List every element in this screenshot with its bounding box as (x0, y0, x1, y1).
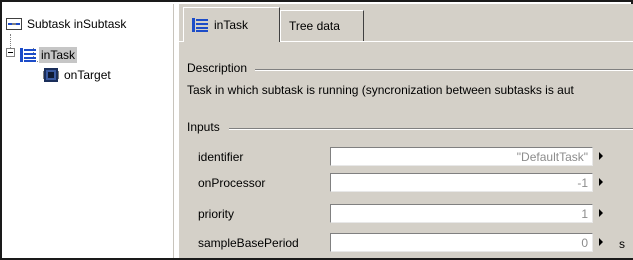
collapse-icon[interactable] (6, 48, 15, 57)
tab-strip: inTask Tree data (179, 4, 633, 42)
field-label: onProcessor (198, 176, 266, 190)
tab-label: inTask (214, 18, 249, 32)
field-priority: priority (179, 204, 633, 226)
field-samplebaseperiod: sampleBasePeriod s (179, 233, 633, 255)
description-text: Task in which subtask is running (syncro… (187, 83, 574, 97)
tab-label: Tree data (289, 19, 340, 33)
inputs-group-title: Inputs (187, 120, 222, 134)
expand-arrow-icon[interactable] (599, 238, 603, 246)
subtask-icon (6, 16, 22, 32)
priority-input[interactable] (330, 204, 593, 223)
tree-item-label: Subtask inSubtask (27, 17, 127, 31)
description-group-title: Description (187, 61, 250, 75)
target-icon (43, 67, 59, 83)
field-onprocessor: onProcessor (179, 173, 633, 195)
tree-item-label: onTarget (64, 68, 111, 82)
tree-item-label: inTask (39, 47, 78, 63)
tree-item-ontarget[interactable]: onTarget (43, 66, 113, 84)
identifier-input[interactable] (330, 147, 593, 166)
group-divider (255, 69, 633, 71)
samplebaseperiod-input[interactable] (330, 233, 593, 252)
tree-item-intask[interactable]: inTask (20, 46, 78, 64)
properties-panel: inTask Tree data Description Task in whi… (179, 4, 633, 258)
field-label: identifier (198, 150, 244, 164)
tree-view[interactable]: Subtask inSubtask inTask onTarget (4, 4, 174, 258)
task-icon (20, 47, 36, 63)
field-label: priority (198, 207, 235, 221)
expand-arrow-icon[interactable] (599, 178, 603, 186)
tab-tree-data[interactable]: Tree data (280, 10, 364, 41)
field-identifier: identifier (179, 147, 633, 169)
field-label: sampleBasePeriod (198, 236, 299, 250)
task-icon (192, 17, 208, 33)
tree-item-subtask[interactable]: Subtask inSubtask (6, 15, 128, 33)
tree-connector (10, 34, 11, 48)
expand-arrow-icon[interactable] (599, 209, 603, 217)
onprocessor-input[interactable] (330, 173, 593, 192)
expand-arrow-icon[interactable] (599, 152, 603, 160)
window-frame: Subtask inSubtask inTask onTarget inTask… (0, 0, 633, 260)
unit-label: s (619, 237, 625, 251)
tab-intask[interactable]: inTask (183, 7, 280, 42)
group-divider (229, 128, 633, 130)
